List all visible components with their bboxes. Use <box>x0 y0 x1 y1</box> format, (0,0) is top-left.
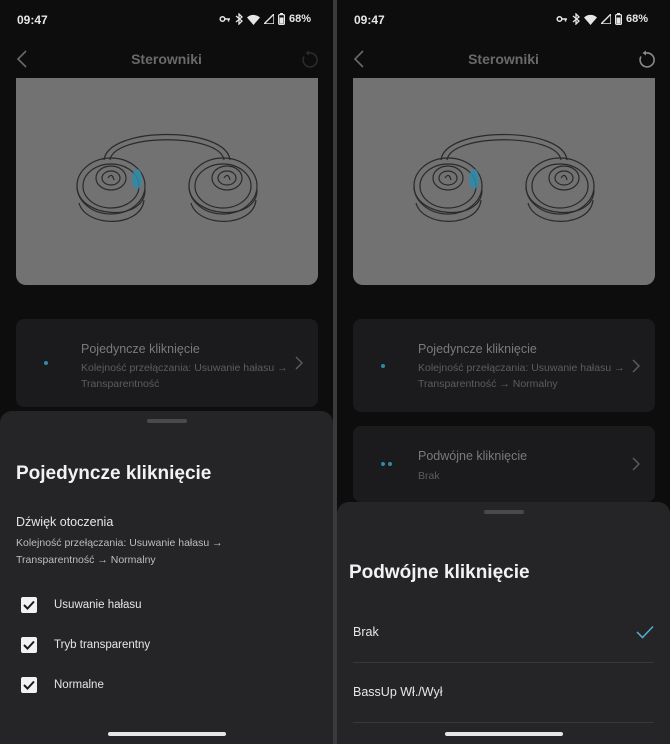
single-click-row[interactable]: Pojedyncze kliknięcie Kolejność przełącz… <box>353 319 655 412</box>
row-subtitle: Brak <box>418 470 440 482</box>
double-click-row[interactable]: Podwójne kliknięcie Brak <box>353 426 655 502</box>
battery-percent: 68% <box>288 13 311 25</box>
nav-bar: Sterowniki <box>0 40 333 78</box>
reset-icon[interactable] <box>636 50 656 70</box>
home-indicator[interactable] <box>107 732 226 736</box>
sheet-title: Podwójne kliknięcie <box>349 562 530 583</box>
headphones-image <box>353 78 655 285</box>
row-title: Podwójne kliknięcie <box>418 449 528 463</box>
checkmark-icon <box>23 600 35 610</box>
chevron-right-icon <box>632 359 640 372</box>
option-label: Tryb transparentny <box>54 639 151 651</box>
home-indicator[interactable] <box>444 732 563 736</box>
option-noise-cancel[interactable]: Usuwanie hałasu <box>21 597 142 613</box>
vpn-key-icon <box>219 15 230 23</box>
option-label: Normalne <box>54 679 104 691</box>
checkbox-checked[interactable] <box>21 637 37 653</box>
row-subtitle: Kolejność przełączania: Usuwanie hałasu … <box>418 362 625 390</box>
option-bassup[interactable]: BassUp Wł./Wył <box>353 663 654 723</box>
reset-icon[interactable] <box>299 50 319 70</box>
signal-icon <box>600 14 611 24</box>
option-none[interactable]: Brak <box>353 603 654 663</box>
left-screen: 09:47 68% Sterowniki Pojedyncze kliknięc… <box>0 0 333 744</box>
sheet-drag-handle[interactable] <box>483 510 524 514</box>
wifi-icon <box>246 14 260 25</box>
headphones-illustration <box>76 133 258 222</box>
checkmark-icon <box>23 640 35 650</box>
option-label: BassUp Wł./Wył <box>353 685 443 699</box>
chevron-right-icon <box>632 457 640 471</box>
checkbox-checked[interactable] <box>21 677 37 693</box>
section-title: Dźwięk otoczenia <box>16 515 114 529</box>
checkmark-icon <box>636 625 654 639</box>
checkbox-checked[interactable] <box>21 597 37 613</box>
single-click-sheet: Pojedyncze kliknięcie Dźwięk otoczenia K… <box>0 411 333 744</box>
status-bar: 09:47 68% <box>0 0 333 40</box>
row-title: Pojedyncze kliknięcie <box>81 342 200 356</box>
headphones-illustration <box>413 133 595 222</box>
signal-icon <box>263 14 274 24</box>
row-title: Pojedyncze kliknięcie <box>418 342 537 356</box>
status-icons: 68% <box>219 13 311 25</box>
row-subtitle: Kolejność przełączania: Usuwanie hałasu … <box>81 362 288 390</box>
option-label: Brak <box>353 625 379 639</box>
sheet-title: Pojedyncze kliknięcie <box>16 463 212 484</box>
headphones-image <box>16 78 318 285</box>
page-title: Sterowniki <box>468 51 539 67</box>
right-screen: 09:47 68% Sterowniki Pojedyncze kliknięc… <box>337 0 670 744</box>
wifi-icon <box>583 14 597 25</box>
single-dot-indicator <box>381 363 385 368</box>
vpn-key-icon <box>556 15 567 23</box>
status-icons: 68% <box>556 13 648 25</box>
checkmark-icon <box>23 680 35 690</box>
option-normal[interactable]: Normalne <box>21 677 104 693</box>
bluetooth-icon <box>572 13 580 25</box>
battery-icon <box>614 13 622 25</box>
double-click-sheet: Podwójne kliknięcie Brak BassUp Wł./Wył <box>337 502 670 744</box>
double-dot-indicator <box>381 462 392 466</box>
battery-percent: 68% <box>625 13 648 25</box>
nav-bar: Sterowniki <box>337 40 670 78</box>
status-time: 09:47 <box>17 13 48 27</box>
battery-icon <box>277 13 285 25</box>
single-dot-indicator <box>44 361 48 365</box>
bluetooth-icon <box>235 13 243 25</box>
option-transparency[interactable]: Tryb transparentny <box>21 637 150 653</box>
section-description: Kolejność przełączania: Usuwanie hałasu … <box>16 537 223 566</box>
sheet-drag-handle[interactable] <box>146 419 187 423</box>
option-label: Usuwanie hałasu <box>54 599 142 611</box>
status-time: 09:47 <box>354 13 385 27</box>
chevron-right-icon <box>295 356 303 370</box>
page-title: Sterowniki <box>131 51 202 67</box>
status-bar: 09:47 68% <box>337 0 670 40</box>
single-click-row[interactable]: Pojedyncze kliknięcie Kolejność przełącz… <box>16 319 318 407</box>
